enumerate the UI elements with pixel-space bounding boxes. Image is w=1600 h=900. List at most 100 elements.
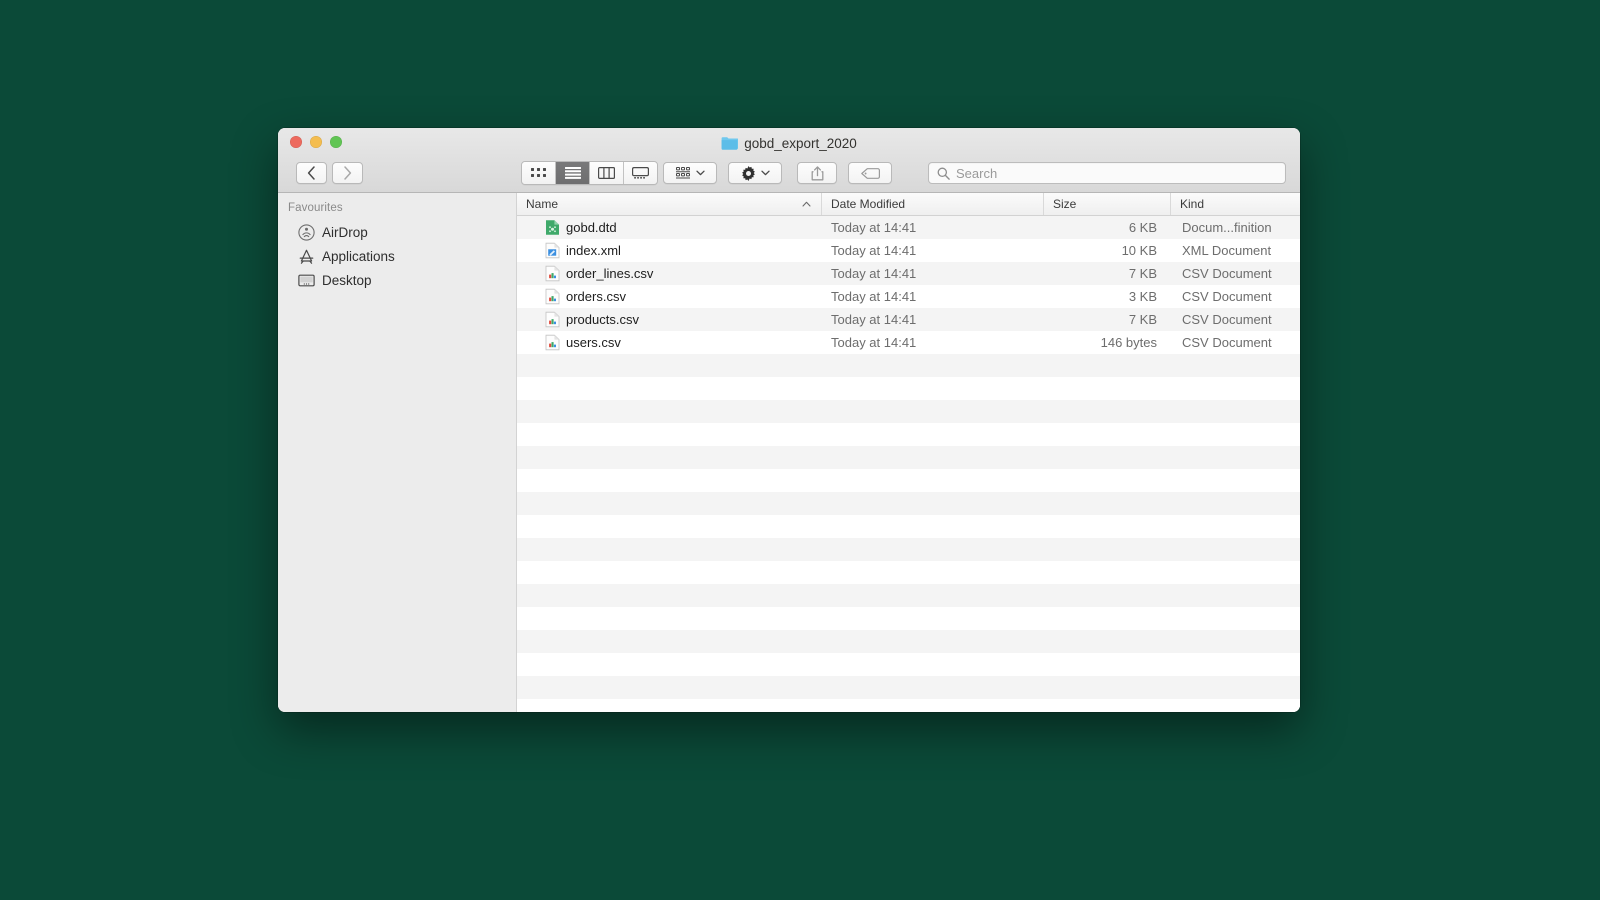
column-header-kind[interactable]: Kind <box>1171 193 1300 215</box>
chevron-left-icon <box>307 166 316 180</box>
view-mode-columns-button[interactable] <box>590 162 624 184</box>
column-header-name[interactable]: Name <box>517 193 822 215</box>
file-name-cell: gobd.dtd <box>517 219 822 236</box>
sidebar-item-desktop[interactable]: Desktop <box>278 268 516 292</box>
file-name-label: index.xml <box>566 243 621 258</box>
view-mode-list-button[interactable] <box>556 162 590 184</box>
empty-row <box>517 469 1300 492</box>
file-name-cell: orders.csv <box>517 288 822 305</box>
table-row[interactable]: users.csv Today at 14:41 146 bytes CSV D… <box>517 331 1300 354</box>
share-button[interactable] <box>797 162 837 184</box>
window-title-text: gobd_export_2020 <box>744 136 857 151</box>
empty-row <box>517 653 1300 676</box>
column-header-kind-label: Kind <box>1180 197 1204 211</box>
file-name-cell: index.xml <box>517 242 822 259</box>
file-size-cell: 3 KB <box>1044 289 1171 304</box>
file-name-cell: users.csv <box>517 334 822 351</box>
file-date-cell: Today at 14:41 <box>822 243 1044 258</box>
file-kind-cell: Docum...finition <box>1171 220 1300 235</box>
file-kind-cell: CSV Document <box>1171 312 1300 327</box>
sidebar-item-label: AirDrop <box>322 225 368 240</box>
tag-button[interactable] <box>848 162 892 184</box>
csv-file-icon <box>545 265 560 282</box>
empty-row <box>517 492 1300 515</box>
navigation-buttons <box>296 162 363 184</box>
window-titlebar: gobd_export_2020 <box>278 128 1300 193</box>
empty-row <box>517 676 1300 699</box>
empty-row <box>517 607 1300 630</box>
csv-file-icon <box>545 311 560 328</box>
tag-icon <box>861 168 880 179</box>
file-date-cell: Today at 14:41 <box>822 289 1044 304</box>
file-name-label: gobd.dtd <box>566 220 617 235</box>
file-list: Name Date Modified Size Kind <box>517 193 1300 712</box>
file-size-cell: 7 KB <box>1044 266 1171 281</box>
desktop-icon <box>298 272 315 289</box>
share-icon <box>811 166 824 181</box>
xml-file-icon <box>545 242 560 259</box>
toolbar: Search <box>278 156 1300 190</box>
action-menu-button[interactable] <box>728 162 782 184</box>
sidebar-item-airdrop[interactable]: AirDrop <box>278 220 516 244</box>
file-rows: gobd.dtd Today at 14:41 6 KB Docum...fin… <box>517 216 1300 712</box>
file-size-cell: 6 KB <box>1044 220 1171 235</box>
folder-icon <box>721 136 738 150</box>
file-kind-cell: CSV Document <box>1171 335 1300 350</box>
column-header-size-label: Size <box>1053 197 1076 211</box>
file-name-label: products.csv <box>566 312 639 327</box>
sort-ascending-icon <box>802 201 811 207</box>
file-name-cell: products.csv <box>517 311 822 328</box>
search-field[interactable]: Search <box>928 162 1286 184</box>
file-name-label: users.csv <box>566 335 621 350</box>
sidebar-section-favourites-label: Favourites <box>278 202 516 220</box>
icon-view-icon <box>531 168 546 179</box>
window-title: gobd_export_2020 <box>278 133 1300 153</box>
csv-file-icon <box>545 288 560 305</box>
chevron-down-icon <box>696 170 705 176</box>
view-mode-icons-button[interactable] <box>522 162 556 184</box>
empty-row <box>517 630 1300 653</box>
file-size-cell: 146 bytes <box>1044 335 1171 350</box>
empty-row <box>517 699 1300 712</box>
file-date-cell: Today at 14:41 <box>822 220 1044 235</box>
applications-icon <box>298 248 315 265</box>
view-mode-segmented-control[interactable] <box>521 161 658 185</box>
table-row[interactable]: order_lines.csv Today at 14:41 7 KB CSV … <box>517 262 1300 285</box>
list-view-icon <box>565 167 581 179</box>
dtd-file-icon <box>545 219 560 236</box>
empty-row <box>517 538 1300 561</box>
airdrop-icon <box>298 224 315 241</box>
search-placeholder: Search <box>956 166 997 181</box>
table-row[interactable]: index.xml Today at 14:41 10 KB XML Docum… <box>517 239 1300 262</box>
back-button[interactable] <box>296 162 327 184</box>
group-items-icon <box>676 167 691 179</box>
gallery-view-icon <box>632 167 649 179</box>
empty-row <box>517 446 1300 469</box>
column-header-size[interactable]: Size <box>1044 193 1171 215</box>
chevron-down-icon <box>761 170 770 176</box>
column-header-date-modified-label: Date Modified <box>831 197 905 211</box>
sidebar-item-label: Desktop <box>322 273 372 288</box>
file-kind-cell: CSV Document <box>1171 289 1300 304</box>
forward-button[interactable] <box>332 162 363 184</box>
file-kind-cell: CSV Document <box>1171 266 1300 281</box>
file-size-cell: 10 KB <box>1044 243 1171 258</box>
table-row[interactable]: gobd.dtd Today at 14:41 6 KB Docum...fin… <box>517 216 1300 239</box>
file-kind-cell: XML Document <box>1171 243 1300 258</box>
gear-icon <box>741 166 756 181</box>
file-name-label: order_lines.csv <box>566 266 653 281</box>
group-items-button[interactable] <box>663 162 717 184</box>
file-date-cell: Today at 14:41 <box>822 266 1044 281</box>
window-body: Favourites AirDrop <box>278 193 1300 712</box>
table-row[interactable]: orders.csv Today at 14:41 3 KB CSV Docum… <box>517 285 1300 308</box>
view-mode-gallery-button[interactable] <box>624 162 657 184</box>
column-header-date-modified[interactable]: Date Modified <box>822 193 1044 215</box>
file-name-cell: order_lines.csv <box>517 265 822 282</box>
column-view-icon <box>598 167 615 179</box>
table-row[interactable]: products.csv Today at 14:41 7 KB CSV Doc… <box>517 308 1300 331</box>
empty-row <box>517 423 1300 446</box>
sidebar-item-applications[interactable]: Applications <box>278 244 516 268</box>
empty-row <box>517 400 1300 423</box>
finder-window: gobd_export_2020 <box>278 128 1300 712</box>
file-date-cell: Today at 14:41 <box>822 312 1044 327</box>
